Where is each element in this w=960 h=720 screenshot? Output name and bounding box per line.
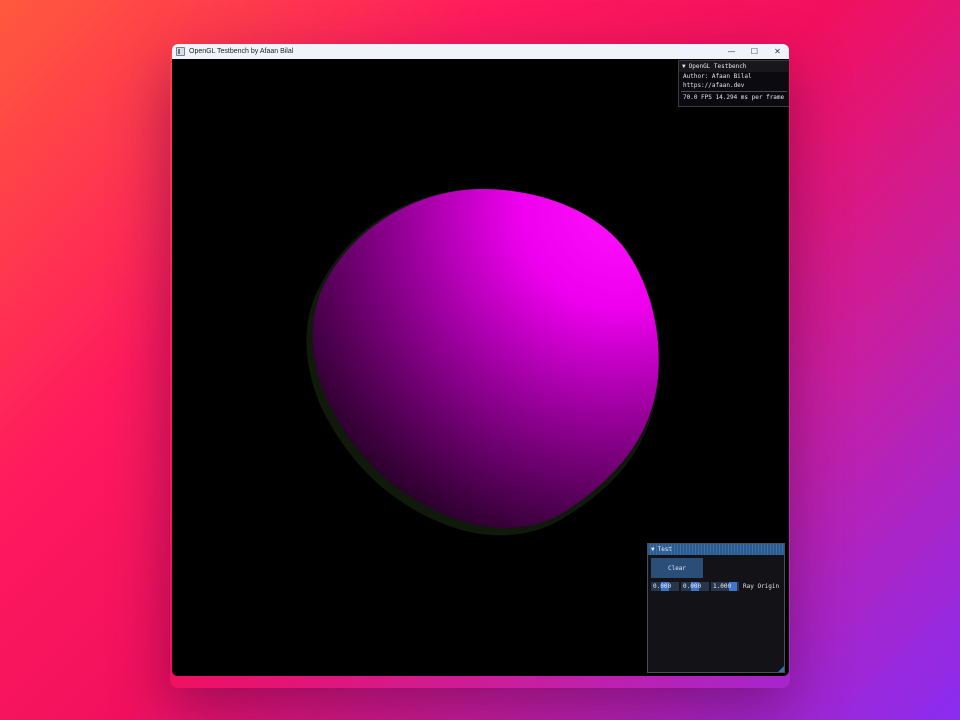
- separator: [681, 91, 787, 92]
- test-panel[interactable]: ▼ Test Clear 0.000 0.000 1.000 Ray Origi…: [647, 543, 785, 673]
- test-panel-title: Test: [657, 546, 673, 553]
- window-title: OpenGL Testbench by Afaan Bilal: [189, 48, 294, 55]
- test-panel-title-bar[interactable]: ▼ Test: [648, 544, 784, 555]
- close-icon[interactable]: ✕: [766, 44, 789, 59]
- ray-origin-y-value: 0.000: [683, 583, 702, 590]
- info-panel[interactable]: ▼ OpenGL Testbench Author: Afaan Bilal h…: [678, 60, 789, 107]
- window-controls: — ☐ ✕: [720, 44, 789, 59]
- sphere: [312, 189, 659, 528]
- minimize-icon[interactable]: —: [720, 44, 743, 59]
- ray-origin-z-value: 1.000: [713, 583, 732, 590]
- app-icon: [176, 47, 185, 56]
- clear-button[interactable]: Clear: [651, 558, 703, 578]
- collapse-triangle-icon[interactable]: ▼: [682, 63, 686, 70]
- render-viewport[interactable]: ▼ OpenGL Testbench Author: Afaan Bilal h…: [172, 59, 789, 676]
- ray-origin-row: 0.000 0.000 1.000 Ray Origin: [651, 582, 779, 591]
- ray-origin-y-field[interactable]: 0.000: [681, 582, 709, 591]
- collapse-triangle-icon[interactable]: ▼: [651, 546, 655, 553]
- info-panel-title: OpenGL Testbench: [688, 63, 747, 70]
- fps-text: 70.0 FPS 14.294 ms per frame: [683, 94, 785, 101]
- author-text: Author: Afaan Bilal: [683, 73, 752, 80]
- ray-origin-z-field[interactable]: 1.000: [711, 582, 739, 591]
- title-bar[interactable]: OpenGL Testbench by Afaan Bilal — ☐ ✕: [172, 44, 789, 59]
- maximize-icon[interactable]: ☐: [743, 44, 766, 59]
- ray-origin-x-value: 0.000: [653, 583, 672, 590]
- ray-origin-x-field[interactable]: 0.000: [651, 582, 679, 591]
- url-text: https://afaan.dev: [683, 82, 745, 89]
- info-panel-title-bar[interactable]: ▼ OpenGL Testbench: [679, 61, 789, 72]
- ray-origin-label: Ray Origin: [743, 583, 780, 590]
- app-window: OpenGL Testbench by Afaan Bilal — ☐ ✕ ▼ …: [172, 44, 789, 676]
- resize-grip-icon[interactable]: [778, 666, 784, 672]
